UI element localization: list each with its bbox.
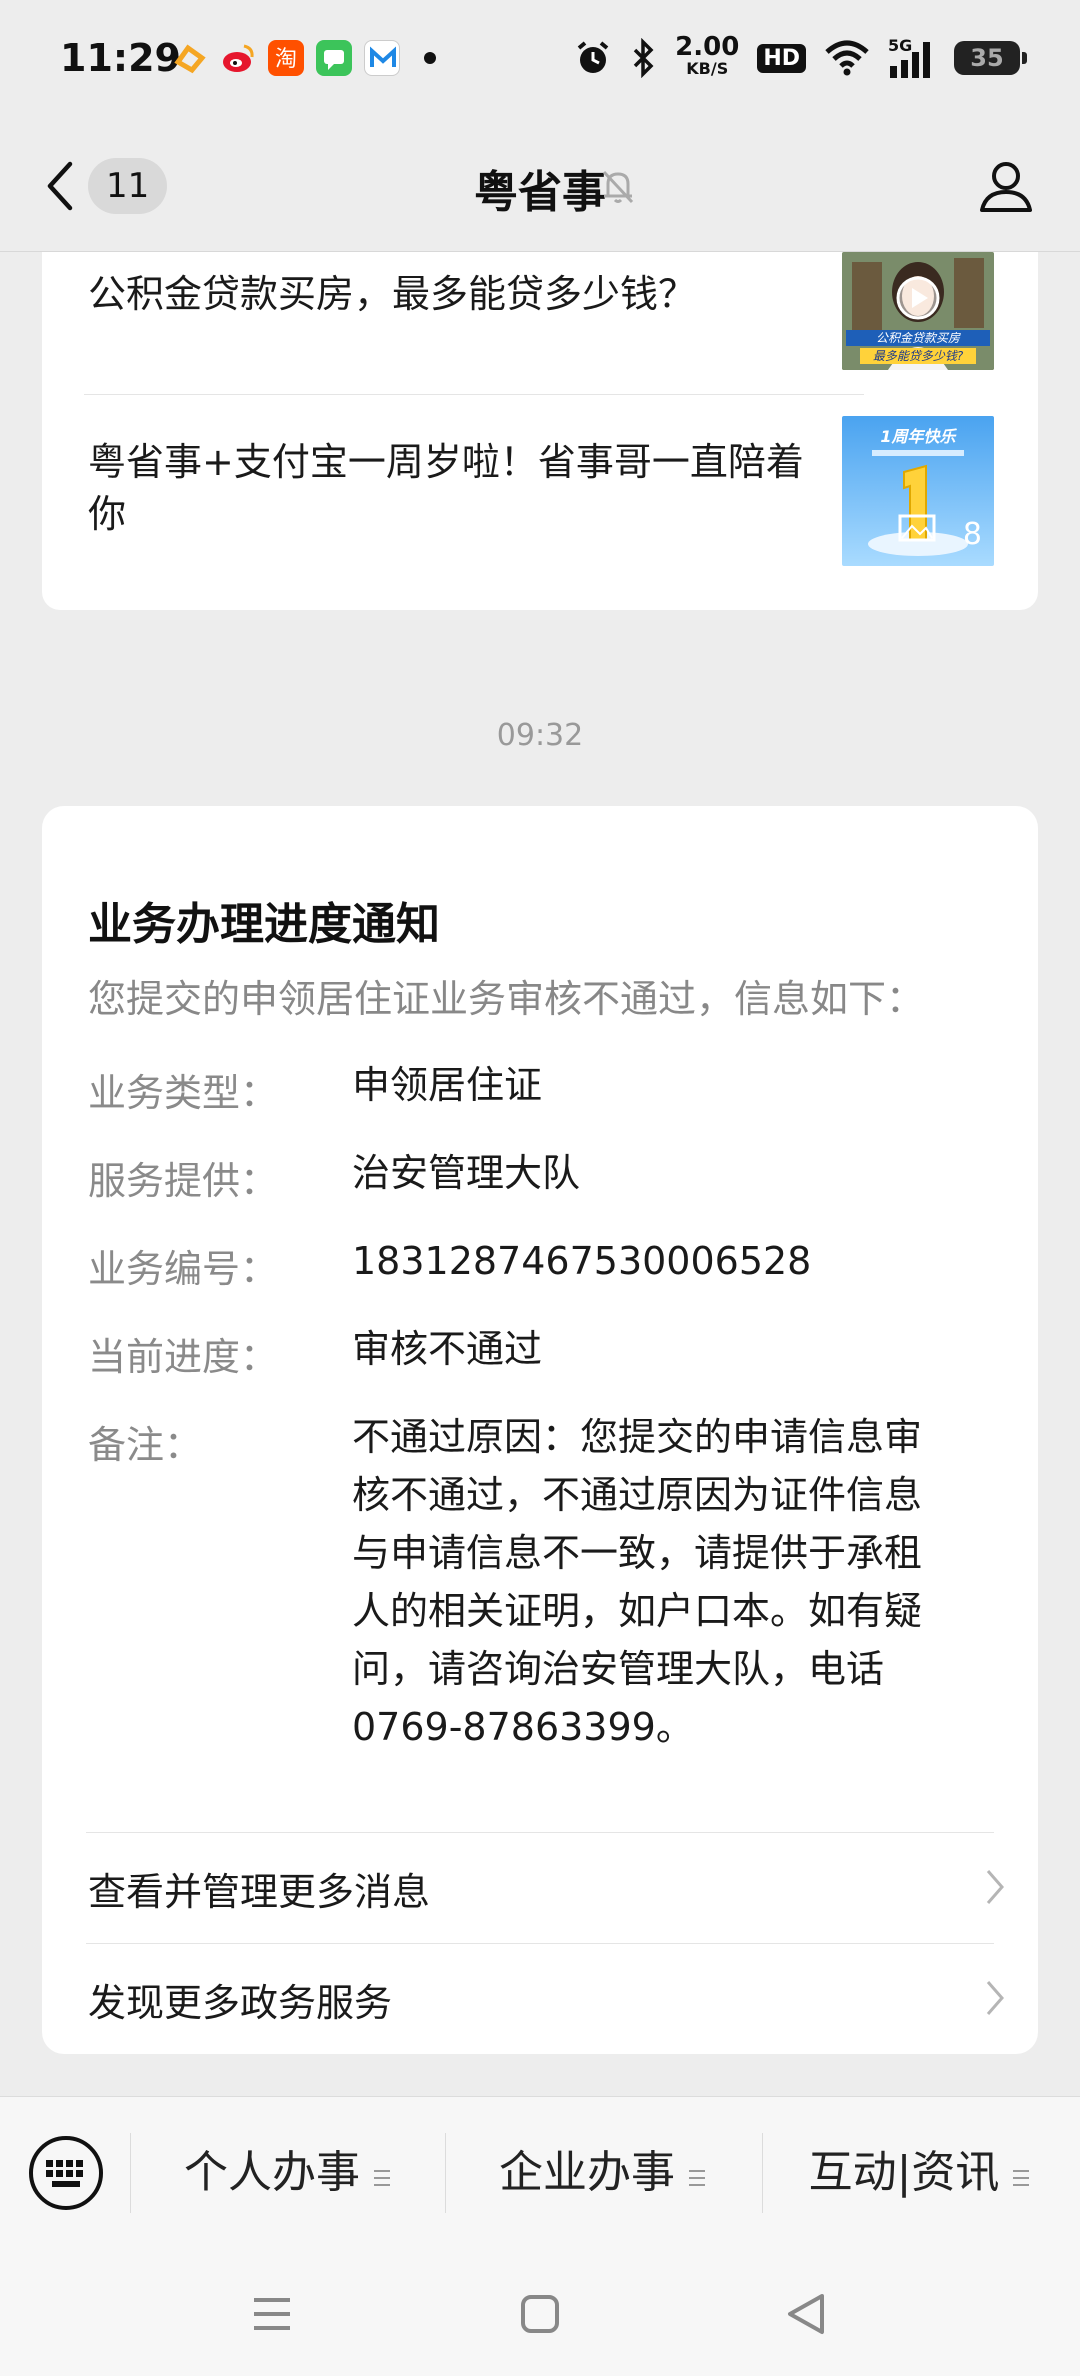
field-label-remark: 备注： [88,1423,203,1467]
menu-interaction-news[interactable]: 互动|资讯 [764,2133,1074,2213]
bluetooth-icon [633,38,654,78]
remark-line: 核不通过，不通过原因为证件信息 [352,1473,923,1517]
alarm-icon [577,41,609,73]
field-value-remark: 不通过原因：您提交的申请信息审 核不通过，不通过原因为证件信息 与申请信息不一致… [352,1408,1002,1756]
article-card: 公积金贷款买房，最多能贷多少钱？ 公积金贷款买房 最多能贷多少钱? 粤省事+支付… [42,252,1038,610]
wifi-icon [825,40,869,76]
keyboard-icon[interactable] [28,2135,104,2211]
article-title[interactable]: 粤省事+支付宝一周岁啦！省事哥一直陪着你 [88,436,828,540]
field-label-number: 业务编号： [88,1247,279,1291]
chevron-right-icon [986,1981,1004,2015]
submenu-icon [1013,2169,1030,2186]
field-label-provider: 服务提供： [88,1159,279,1203]
article-thumbnail[interactable]: 1周年快乐 8 [842,416,994,566]
service-menu-bar: 个人办事 企业办事 互动|资讯 [0,2096,1080,2246]
svg-text:最多能贷多少钱?: 最多能贷多少钱? [873,349,964,363]
field-value-progress: 审核不通过 [352,1327,543,1371]
remark-line: 不通过原因：您提交的申请信息审 [352,1415,923,1459]
menu-icon[interactable] [252,2296,292,2332]
menu-separator [445,2133,446,2213]
status-time: 11:29 [60,36,181,80]
app-a-icon [172,40,208,76]
manage-messages-link[interactable]: 查看并管理更多消息 [88,1833,1008,1943]
image-count: 8 [962,517,982,552]
chat-header: 11 粤省事 [0,118,1080,252]
taobao-icon: 淘 [268,40,304,76]
divider [84,394,864,395]
svg-text:淘: 淘 [275,47,297,72]
system-navigation-bar [0,2246,1080,2376]
mail-icon [364,40,400,76]
weibo-icon [220,40,256,76]
menu-personal-affairs[interactable]: 个人办事 [132,2133,442,2213]
notice-title: 业务办理进度通知 [88,899,440,950]
person-icon[interactable] [976,156,1036,216]
submenu-icon [374,2169,390,2186]
field-label-progress: 当前进度： [88,1335,279,1379]
page-title: 粤省事 [474,167,606,218]
bell-off-icon [602,170,634,204]
messages-icon [316,40,352,76]
field-value-number: 183128746753000652​8 [352,1239,812,1283]
remark-line: 与申请信息不一致，请提供于承租 [352,1531,923,1575]
signal-icon: 5G [888,36,936,80]
remark-line: 0769-87863399。 [352,1705,694,1749]
link-label: 发现更多政务服务 [88,1981,393,2025]
notice-card[interactable]: 业务办理进度通知 您提交的申领居住证业务审核不通过，信息如下： 业务类型： 申领… [42,806,1038,2054]
field-label-type: 业务类型： [88,1071,279,1115]
menu-enterprise-affairs[interactable]: 企业办事 [447,2133,757,2213]
field-value-provider: 治安管理大队 [352,1151,581,1195]
battery-icon: 35 [954,41,1027,75]
more-services-link[interactable]: 发现更多政务服务 [88,1944,1008,2054]
article-thumb-caption: 公积金贷款买房 [876,331,961,345]
net-speed: 2.00 KB/S [675,32,740,78]
article-title[interactable]: 公积金贷款买房，最多能贷多少钱？ [88,268,828,320]
menu-separator [762,2133,763,2213]
status-bar: 11:29 淘 2.00 KB/S HD 5G 35 [0,0,1080,118]
status-icons: 2.00 KB/S HD 5G 35 [573,30,1027,86]
submenu-icon [689,2169,705,2186]
message-timestamp: 09:32 [496,718,584,753]
chevron-right-icon [986,1870,1004,1904]
dot-icon [424,52,436,64]
notice-intro: 您提交的申领居住证业务审核不通过，信息如下： [88,977,925,1021]
svg-text:1周年快乐: 1周年快乐 [880,427,957,446]
article-thumbnail[interactable]: 公积金贷款买房 最多能贷多少钱? [842,252,994,370]
back-triangle-icon[interactable] [786,2292,826,2336]
field-value-type: 申领居住证 [352,1063,543,1107]
menu-separator [130,2133,131,2213]
home-icon[interactable] [520,2294,560,2334]
remark-line: 问，请咨询治安管理大队，电话 [352,1647,885,1691]
link-label: 查看并管理更多消息 [88,1870,431,1914]
hd-badge: HD [757,43,806,73]
remark-line: 人的相关证明，如户口本。如有疑 [352,1589,923,1633]
